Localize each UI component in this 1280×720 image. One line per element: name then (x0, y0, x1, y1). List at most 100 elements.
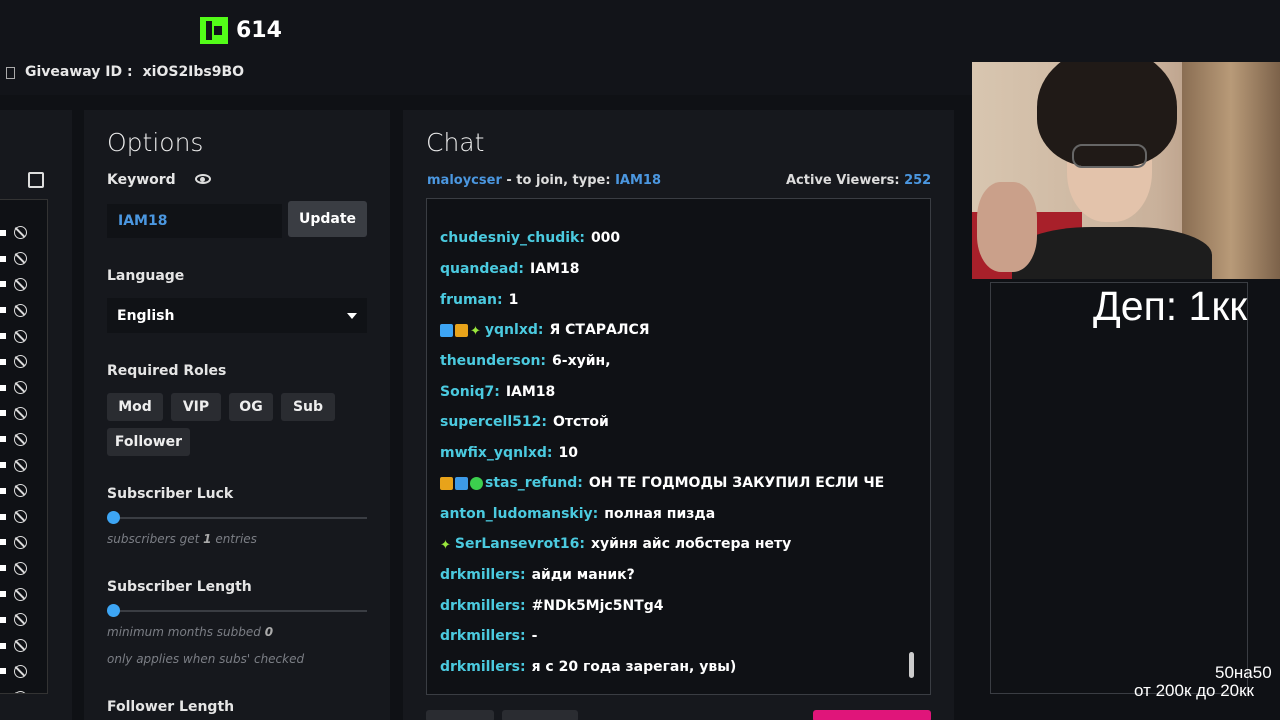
star-icon: ✦ (440, 537, 451, 553)
crown-icon (455, 323, 468, 337)
chat-panel: Chat maloycser - to join, type: IAM18 Ac… (403, 110, 954, 720)
ban-icon[interactable] (14, 277, 27, 291)
chat-message: mwfix_yqnlxd: 10 (440, 445, 578, 461)
copy-id-icon[interactable] (6, 67, 15, 79)
ban-icon[interactable] (14, 484, 27, 498)
chat-message: quandead: IAM18 (440, 261, 580, 277)
eye-icon[interactable] (195, 174, 211, 184)
role-vip-button[interactable]: VIP (171, 393, 221, 421)
ban-icon[interactable] (14, 510, 27, 524)
list-item (0, 633, 47, 659)
ban-icon[interactable] (14, 226, 27, 240)
sub-luck-slider[interactable] (113, 517, 367, 519)
list-item (0, 504, 47, 530)
winner-box (990, 282, 1248, 694)
sub-luck-hint: subscribers get 1 entries (107, 532, 257, 546)
active-viewers: Active Viewers: 252 (786, 173, 932, 188)
sub-length-hint: minimum months subbed 0 (107, 625, 274, 639)
language-select[interactable]: English (107, 298, 367, 333)
verified-icon (470, 476, 483, 490)
pause-button[interactable] (502, 710, 578, 720)
star-icon: ✦ (470, 323, 481, 339)
copy-icon[interactable] (28, 172, 44, 188)
options-panel: Options Keyword Update Language English … (84, 110, 390, 720)
ban-icon[interactable] (14, 587, 27, 601)
chat-message: drkmillers: #NDk5Mjc5NTg4 (440, 598, 664, 614)
role-sub-button[interactable]: Sub (281, 393, 335, 421)
language-value: English (117, 307, 175, 324)
follower-length-label: Follower Length (107, 699, 235, 715)
badge-icon (440, 323, 453, 337)
ban-icon[interactable] (14, 303, 27, 317)
chat-message: anton_ludomanskiy: полная пизда (440, 506, 716, 522)
sub-length-label: Subscriber Length (107, 579, 252, 595)
ban-icon[interactable] (14, 432, 27, 446)
keyword-label: Keyword (107, 172, 176, 188)
list-item (0, 684, 47, 693)
logo-count: 614 (236, 18, 282, 43)
overlay-deposit: Деп: 1кк (1093, 283, 1248, 329)
caret-down-icon (347, 312, 357, 319)
list-item (0, 401, 47, 427)
role-follower-button[interactable]: Follower (107, 428, 190, 456)
chat-title: Chat (426, 128, 485, 157)
ban-icon[interactable] (14, 252, 27, 266)
join-user[interactable]: maloycser (427, 173, 502, 188)
list-item (0, 555, 47, 581)
list-item (0, 297, 47, 323)
language-label: Language (107, 268, 185, 284)
chat-message: ✦ yqnlxd: Я СТАРАЛСЯ (440, 322, 650, 339)
list-item (0, 607, 47, 633)
ban-icon[interactable] (14, 355, 27, 369)
ban-icon[interactable] (14, 329, 27, 343)
ban-icon[interactable] (14, 664, 27, 678)
chat-messages[interactable]: chudesniy_chudik: 000 quandead: IAM18 frum… (426, 198, 931, 695)
list-item (0, 375, 47, 401)
kick-logo: 614 (200, 17, 282, 44)
clear-button[interactable] (426, 710, 494, 720)
list-item (0, 478, 47, 504)
ban-icon[interactable] (14, 381, 27, 395)
list-item (0, 426, 47, 452)
chat-message: drkmillers: - (440, 628, 538, 644)
sub-length-knob[interactable] (107, 604, 120, 617)
giveaway-id-value: xiOS2Ibs9BO (142, 64, 245, 80)
overlay-line-2: от 200к до 20кк (1134, 681, 1254, 700)
ban-icon[interactable] (14, 561, 27, 575)
ban-icon[interactable] (14, 458, 27, 472)
start-button[interactable] (813, 710, 931, 720)
cube-icon (455, 476, 468, 490)
list-item (0, 349, 47, 375)
roles-label: Required Roles (107, 363, 227, 379)
list-item (0, 220, 47, 246)
sub-length-slider[interactable] (113, 610, 367, 612)
sub-luck-knob[interactable] (107, 511, 120, 524)
chat-message: chudesniy_chudik: 000 (440, 230, 621, 246)
giveaway-label: Giveaway ID : (25, 64, 133, 80)
webcam-feed (972, 62, 1280, 279)
ban-icon[interactable] (14, 406, 27, 420)
chat-message: Soniq7: IAM18 (440, 384, 556, 400)
ban-icon[interactable] (14, 639, 27, 653)
chat-scrollbar[interactable] (909, 652, 914, 678)
list-item (0, 246, 47, 272)
chat-message: stas_refund: ОН ТЕ ГОДМОДЫ ЗАКУПИЛ ЕСЛИ Ч… (440, 475, 884, 491)
options-title: Options (107, 128, 204, 157)
giveaway-id: Giveaway ID : xiOS2Ibs9BO (6, 64, 244, 80)
participants-list[interactable] (0, 199, 48, 694)
ban-icon[interactable] (14, 535, 27, 549)
viewers-count: 252 (904, 173, 932, 188)
overlay-line-1: 50на50 (1215, 663, 1272, 682)
list-item (0, 272, 47, 298)
kick-logo-icon (200, 17, 228, 44)
ban-icon[interactable] (14, 613, 27, 627)
chat-message: supercell512: Отстой (440, 414, 609, 430)
keyword-input[interactable] (107, 204, 282, 238)
ban-icon[interactable] (14, 690, 27, 693)
role-mod-button[interactable]: Mod (107, 393, 163, 421)
role-og-button[interactable]: OG (229, 393, 273, 421)
list-item (0, 452, 47, 478)
update-button[interactable]: Update (288, 201, 367, 237)
chat-message: drkmillers: я с 20 года зареган, увы) (440, 659, 737, 675)
chat-message: drkmillers: айди маник? (440, 567, 635, 583)
